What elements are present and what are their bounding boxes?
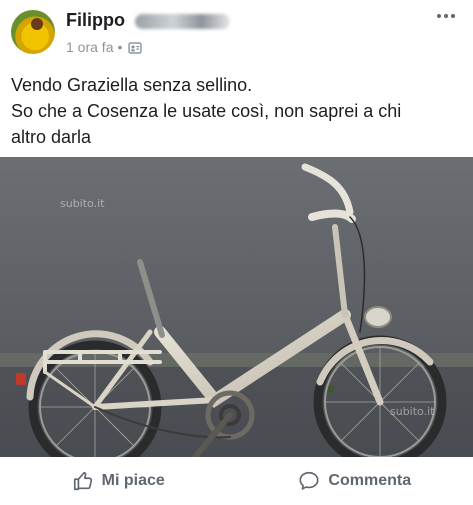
- like-button[interactable]: Mi piace: [0, 457, 237, 505]
- comment-bubble-icon: [298, 470, 320, 492]
- comment-button[interactable]: Commenta: [237, 457, 473, 505]
- more-options-icon[interactable]: [437, 14, 455, 18]
- watermark: subito.it: [390, 405, 435, 418]
- post-header: Filippo 1 ora fa •: [0, 0, 473, 66]
- meta-separator: •: [117, 39, 123, 55]
- blurred-surname: [135, 14, 230, 29]
- post-actions: Mi piace Commenta: [0, 457, 473, 505]
- like-label: Mi piace: [101, 472, 165, 489]
- post-text-line: altro darla: [11, 127, 92, 147]
- post-text-line: Vendo Graziella senza sellino.: [11, 75, 253, 95]
- post-time[interactable]: 1 ora fa: [66, 39, 113, 55]
- comment-label: Commenta: [328, 472, 412, 489]
- post-text: Vendo Graziella senza sellino. So che a …: [11, 72, 463, 150]
- watermark: subito.it: [60, 197, 105, 210]
- author-name[interactable]: Filippo: [66, 10, 125, 31]
- post-photo[interactable]: subito.it subito.it: [0, 157, 473, 457]
- avatar[interactable]: [11, 10, 55, 54]
- friends-privacy-icon[interactable]: [128, 41, 143, 54]
- post-text-line: So che a Cosenza le usate così, non sapr…: [11, 101, 402, 121]
- thumbs-up-icon: [72, 470, 94, 492]
- post-meta: 1 ora fa •: [66, 39, 143, 55]
